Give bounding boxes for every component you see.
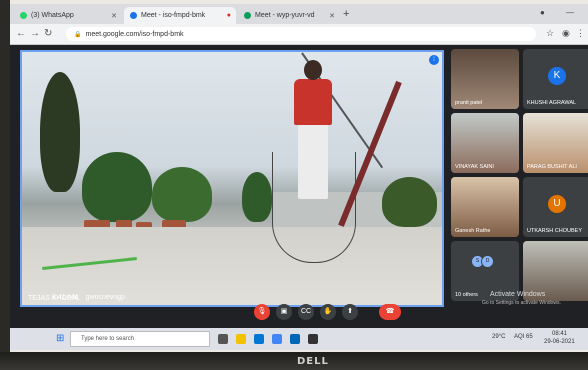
participant-tile[interactable]: Ganesh Rathe <box>451 177 519 237</box>
taskbar-clock-time: 08:41 <box>552 331 568 337</box>
tab-meet-second[interactable]: Meet - wyp-yuvr-vd ✕ <box>238 7 340 24</box>
participant-name: PARAG BUSHIT ALI <box>527 164 577 170</box>
tree <box>40 72 80 192</box>
main-video-tile[interactable]: ⁞ TEJAS KHODAL <box>20 50 444 307</box>
lock-icon: 🔒 <box>74 31 82 38</box>
raise-hand-button[interactable]: ✋ <box>320 304 336 320</box>
url-field[interactable]: 🔒 meet.google.com/iso-fmpd-bmk <box>66 27 536 41</box>
new-tab-button[interactable]: + <box>343 8 349 20</box>
screen: (3) WhatsApp ✕ Meet - iso-fmpd-bmk ● Mee… <box>10 4 588 350</box>
back-icon[interactable]: ← <box>16 28 26 39</box>
taskbar-clock-date: 29-06-2021 <box>544 339 575 345</box>
windows-taskbar: ⊞ Type here to search 29°C AQI 65 08:41 … <box>10 328 588 350</box>
weather-text: 29°C <box>492 334 506 340</box>
chrome-icon[interactable] <box>272 334 282 344</box>
participant-tile[interactable]: pranit patel <box>451 49 519 109</box>
plants <box>382 177 437 227</box>
recording-dot-icon: ● <box>226 12 231 19</box>
mic-off-button[interactable]: 🎙 <box>254 304 270 320</box>
captions-button[interactable]: CC <box>298 304 314 320</box>
plants <box>152 167 212 222</box>
tab-label: Meet - iso-fmpd-bmk <box>141 12 206 19</box>
present-button[interactable]: ⬆ <box>342 304 358 320</box>
pin-icon[interactable]: ⁞ <box>429 55 439 65</box>
dell-logo: DELL <box>297 356 329 367</box>
address-bar: ← → ↻ 🔒 meet.google.com/iso-fmpd-bmk ☆ ◉… <box>10 24 588 45</box>
participant-name: Ganesh Rathe <box>455 228 491 234</box>
meet-stage: ⁞ TEJAS KHODAL pranit patel K KHUSHI AGR… <box>10 45 588 324</box>
reload-icon[interactable]: ↻ <box>44 28 52 39</box>
aqi-text: AQI 65 <box>514 334 533 340</box>
participant-tile[interactable]: PARAG BUSHIT ALI <box>523 113 588 173</box>
plants <box>242 172 272 222</box>
participant-name: VINAYAK SAINI <box>455 164 494 170</box>
url-text: meet.google.com/iso-fmpd-bmk <box>85 30 184 38</box>
participant-name: pranit patel <box>455 100 483 106</box>
browser-tab-strip: (3) WhatsApp ✕ Meet - iso-fmpd-bmk ● Mee… <box>10 4 588 24</box>
menu-icon[interactable]: ⋮ <box>576 28 585 39</box>
meet-icon <box>130 12 137 19</box>
tab-whatsapp[interactable]: (3) WhatsApp ✕ <box>14 7 122 24</box>
minimize-icon[interactable]: — <box>566 8 574 17</box>
close-icon[interactable]: ✕ <box>329 12 335 20</box>
store-icon[interactable] <box>290 334 300 344</box>
close-icon[interactable]: ✕ <box>111 12 117 20</box>
participant-avatar: U <box>548 195 566 213</box>
tab-label: (3) WhatsApp <box>31 12 74 19</box>
activate-windows-title: Activate Windows <box>490 291 546 298</box>
participant-avatar: K <box>548 67 566 85</box>
participant-tile[interactable]: U UTKARSH CHOUBEY <box>523 177 588 237</box>
participant-name: KHUSHI AGRAWAL <box>527 100 577 106</box>
search-placeholder: Type here to search <box>81 336 135 342</box>
app-icon[interactable] <box>308 334 318 344</box>
person-head <box>304 60 322 80</box>
edge-icon[interactable] <box>254 334 264 344</box>
participant-tile[interactable]: VINAYAK SAINI <box>451 113 519 173</box>
forward-icon[interactable]: → <box>30 28 40 39</box>
whatsapp-icon <box>20 12 27 19</box>
extension-icon[interactable]: ◉ <box>562 28 570 39</box>
tab-meet-active[interactable]: Meet - iso-fmpd-bmk ● <box>124 7 236 24</box>
person-legs <box>298 125 328 199</box>
profile-icon[interactable]: ● <box>540 8 545 17</box>
windows-start-icon[interactable]: ⊞ <box>56 333 64 344</box>
call-time: 8:41 AM gwocnevngp <box>52 294 125 301</box>
laptop-bezel-left <box>0 0 10 370</box>
participant-name: UTKARSH CHOUBEY <box>527 228 583 234</box>
activate-windows-subtitle: Go to Settings to activate Windows. <box>482 300 561 306</box>
clock-text: 8:41 AM <box>52 294 78 301</box>
laptop-bezel-bottom <box>0 352 588 370</box>
camera-button[interactable]: ▣ <box>276 304 292 320</box>
plants <box>82 152 152 222</box>
participant-tile[interactable]: K KHUSHI AGRAWAL <box>523 49 588 109</box>
meeting-code: gwocnevngp <box>85 294 125 301</box>
taskbar-search[interactable]: Type here to search <box>70 331 210 347</box>
others-count: 10 others <box>455 292 478 298</box>
meet-icon <box>244 12 251 19</box>
task-view-icon[interactable] <box>218 334 228 344</box>
star-icon[interactable]: ☆ <box>546 28 554 39</box>
photo-of-laptop-screen: (3) WhatsApp ✕ Meet - iso-fmpd-bmk ● Mee… <box>0 0 588 370</box>
person-torso <box>294 79 332 125</box>
tab-label: Meet - wyp-yuvr-vd <box>255 12 315 19</box>
end-call-button[interactable]: ☎ <box>379 304 401 320</box>
file-explorer-icon[interactable] <box>236 334 246 344</box>
others-avatars: SD <box>471 255 494 268</box>
